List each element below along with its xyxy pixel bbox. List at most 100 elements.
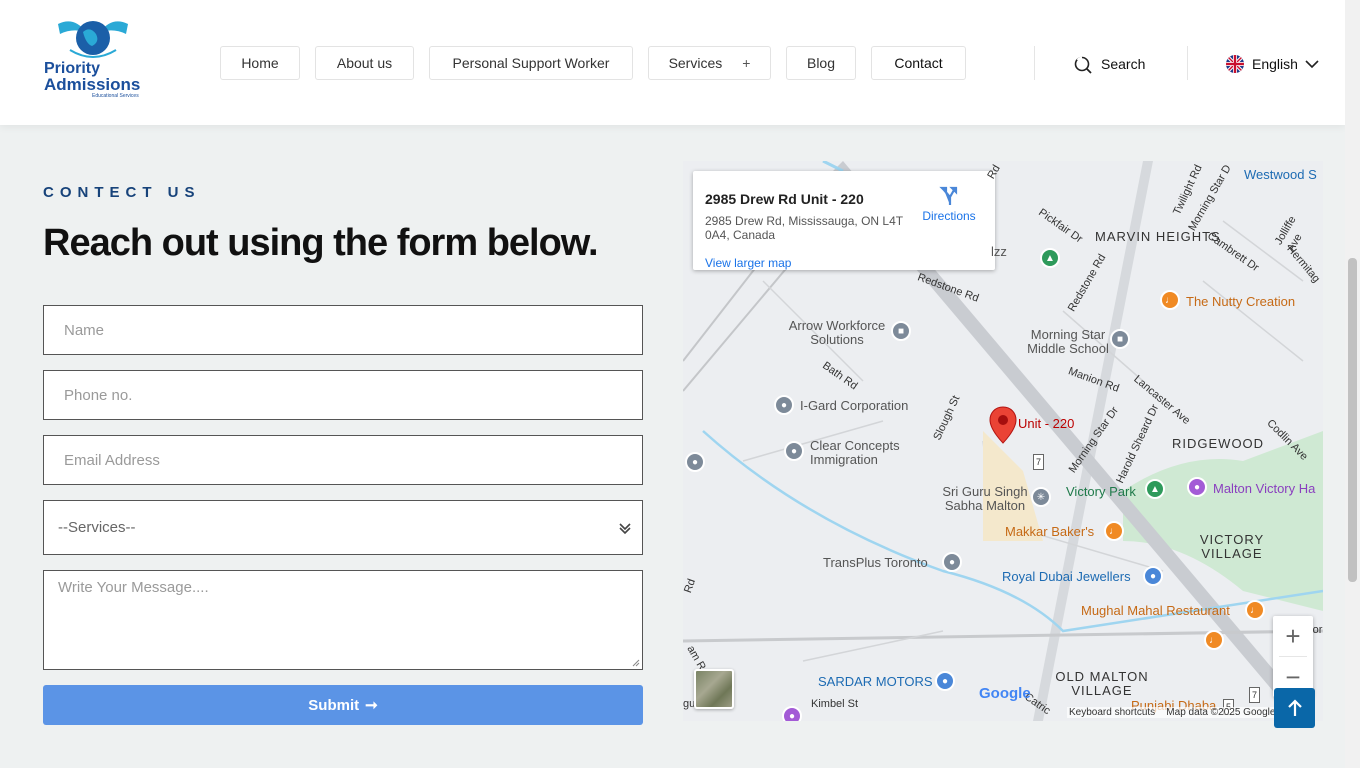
page-scrollbar[interactable] xyxy=(1345,0,1360,768)
restaurant-icon[interactable]: ♩ xyxy=(1104,521,1124,541)
logo-line-2: Admissions xyxy=(44,75,141,94)
chevron-down-icon xyxy=(1305,60,1319,69)
email-placeholder: Email Address xyxy=(64,451,160,469)
site-header: Priority Admissions Educational Services… xyxy=(0,0,1345,125)
name-placeholder: Name xyxy=(64,321,105,339)
restaurant-icon[interactable]: ♩ xyxy=(1245,600,1265,620)
place-malton-victory-hall[interactable]: Malton Victory Ha xyxy=(1213,482,1315,496)
map-data-text: Map data ©2025 Google xyxy=(1166,707,1276,718)
message-textarea[interactable]: Write Your Message.... xyxy=(43,570,643,670)
place-sardar-motors[interactable]: SARDAR MOTORS xyxy=(818,675,933,689)
map-attribution: Keyboard shortcuts Map data ©2025 Google… xyxy=(1067,707,1297,718)
nav-blog-label: Blog xyxy=(806,55,836,71)
phone-field[interactable]: Phone no. xyxy=(43,370,643,420)
nav-divider xyxy=(1187,46,1188,80)
community-hall-icon[interactable]: ● xyxy=(782,706,802,721)
place-victory-park[interactable]: Victory Park xyxy=(1066,485,1136,499)
submit-button[interactable]: Submit ➞ xyxy=(43,685,643,725)
restaurant-icon[interactable]: ♩ xyxy=(1204,630,1224,650)
directions-button[interactable]: Directions xyxy=(921,185,977,223)
place-title: 2985 Drew Rd Unit - 220 xyxy=(705,191,864,207)
scrollbar-thumb[interactable] xyxy=(1348,258,1357,582)
place-address: 2985 Drew Rd, Mississauga, ON L4T 0A4, C… xyxy=(705,214,903,242)
nav-services[interactable]: Services + xyxy=(648,46,771,80)
place-marker-icon[interactable]: ● xyxy=(685,452,705,472)
nav-contact[interactable]: Contact xyxy=(871,46,966,80)
page-title: Reach out using the form below. xyxy=(43,222,599,264)
services-select[interactable]: --Services-- xyxy=(43,500,643,555)
place-nutty-creation[interactable]: The Nutty Creation xyxy=(1186,295,1295,309)
area-old-malton-village: OLD MALTON VILLAGE xyxy=(1055,669,1149,698)
place-info-card: 2985 Drew Rd Unit - 220 2985 Drew Rd, Mi… xyxy=(693,171,995,270)
zoom-controls: + − xyxy=(1273,616,1313,697)
nav-blog[interactable]: Blog xyxy=(786,46,856,80)
google-logo: Google xyxy=(979,685,1031,702)
government-building-icon[interactable]: ■ xyxy=(891,321,911,341)
nav-divider xyxy=(1034,46,1035,80)
place-mughal-mahal[interactable]: Mughal Mahal Restaurant xyxy=(1081,604,1230,618)
nav-personal-support-worker[interactable]: Personal Support Worker xyxy=(429,46,633,80)
nav-services-label: Services xyxy=(668,55,723,71)
services-selected: --Services-- xyxy=(58,519,136,536)
place-igard[interactable]: I-Gard Corporation xyxy=(800,399,908,413)
place-marker-icon[interactable]: ● xyxy=(942,552,962,572)
place-marker-icon[interactable]: ● xyxy=(784,441,804,461)
zoom-in-button[interactable]: + xyxy=(1273,616,1313,656)
language-label: English xyxy=(1252,56,1298,72)
name-field[interactable]: Name xyxy=(43,305,643,355)
search-icon xyxy=(1074,56,1092,74)
directions-label: Directions xyxy=(922,209,976,223)
school-icon[interactable]: ■ xyxy=(1110,329,1130,349)
language-selector[interactable]: English xyxy=(1226,52,1319,76)
area-marvin-heights: MARVIN HEIGHTS xyxy=(1095,229,1221,244)
shopping-icon[interactable]: ● xyxy=(935,671,955,691)
place-marker-icon[interactable]: ● xyxy=(774,395,794,415)
keyboard-shortcuts-link[interactable]: Keyboard shortcuts xyxy=(1069,707,1155,718)
street-kimbel: Kimbel St xyxy=(811,698,859,710)
site-logo[interactable]: Priority Admissions Educational Services xyxy=(36,14,148,104)
message-placeholder: Write Your Message.... xyxy=(58,579,209,596)
globe-wings-icon xyxy=(58,21,128,58)
place-clear-concepts[interactable]: Clear Concepts Immigration xyxy=(810,439,906,467)
community-hall-icon[interactable]: ● xyxy=(1187,477,1207,497)
nav-about[interactable]: About us xyxy=(315,46,414,80)
place-gurdwara[interactable]: Sri Guru Singh Sabha Malton xyxy=(933,485,1037,513)
worship-icon[interactable]: ✳ xyxy=(1031,487,1051,507)
plus-icon[interactable]: + xyxy=(742,55,750,71)
route-7-shield: 7 xyxy=(1033,454,1045,470)
nav-home-label: Home xyxy=(241,55,279,71)
arrow-right-icon: ➞ xyxy=(365,697,378,714)
place-partial[interactable]: lzz xyxy=(991,245,1007,259)
chevron-down-icon xyxy=(619,523,631,535)
nav-about-label: About us xyxy=(336,55,393,71)
google-logo-text: Google xyxy=(979,685,1031,702)
uk-flag-icon xyxy=(1226,55,1244,73)
park-icon[interactable]: ▲ xyxy=(1145,479,1165,499)
back-to-top-button[interactable] xyxy=(1274,688,1315,728)
place-royal-dubai[interactable]: Royal Dubai Jewellers xyxy=(1002,570,1131,584)
logo-tagline: Educational Services xyxy=(92,93,139,99)
route-7-shield: 7 xyxy=(1249,687,1261,703)
google-map[interactable]: 2985 Drew Rd Unit - 220 2985 Drew Rd, Mi… xyxy=(683,161,1323,721)
nav-home[interactable]: Home xyxy=(220,46,300,80)
shopping-icon[interactable]: ● xyxy=(1143,566,1163,586)
section-kicker: CONTECT US xyxy=(43,184,201,201)
map-marker-icon[interactable] xyxy=(989,406,1017,444)
place-makkar-bakers[interactable]: Makkar Baker's xyxy=(1005,525,1094,539)
arrow-up-icon xyxy=(1287,699,1302,716)
search-label: Search xyxy=(1101,56,1146,72)
directions-icon xyxy=(939,186,958,205)
area-ridgewood: RIDGEWOOD xyxy=(1172,436,1265,451)
satellite-toggle[interactable] xyxy=(694,669,734,709)
email-field[interactable]: Email Address xyxy=(43,435,643,485)
place-westwood[interactable]: Westwood S xyxy=(1244,168,1317,182)
view-larger-map-link[interactable]: View larger map xyxy=(705,256,791,270)
park-icon[interactable]: ▲ xyxy=(1040,248,1060,268)
place-arrow-workforce[interactable]: Arrow Workforce Solutions xyxy=(781,319,893,347)
submit-label: Submit xyxy=(308,696,360,714)
place-morning-star-school[interactable]: Morning Star Middle School xyxy=(1016,328,1120,356)
restaurant-icon[interactable]: ♩ xyxy=(1160,290,1180,310)
place-transplus[interactable]: TransPlus Toronto xyxy=(823,556,928,570)
resize-handle-icon[interactable] xyxy=(632,659,640,667)
search-button[interactable]: Search xyxy=(1074,52,1145,76)
